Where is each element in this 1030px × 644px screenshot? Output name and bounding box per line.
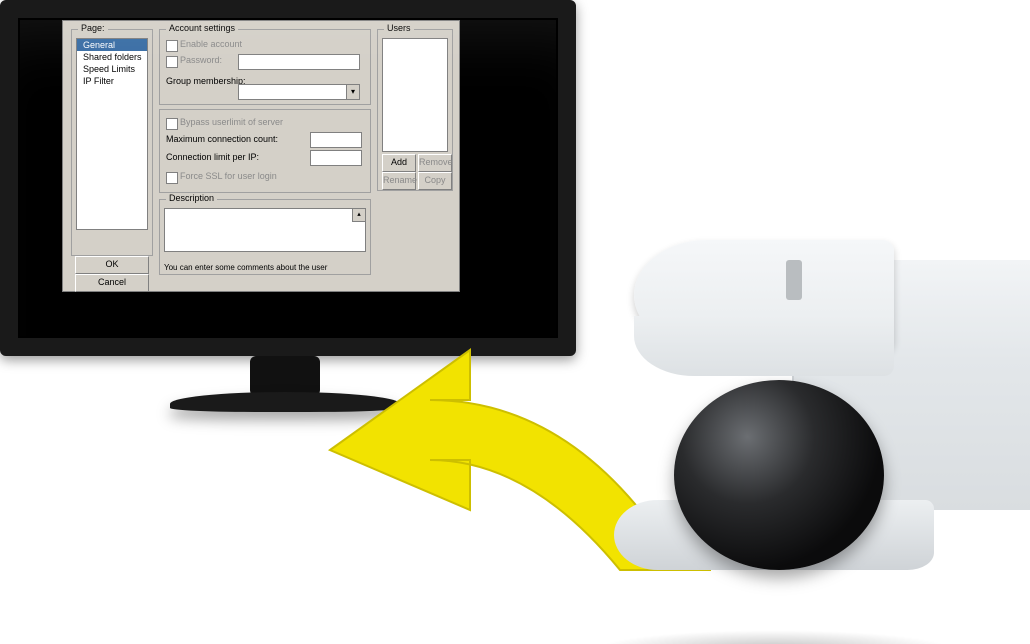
bypass-userlimit-checkbox[interactable]	[166, 118, 178, 130]
camera-joint	[786, 260, 802, 300]
camera-shadow	[594, 630, 954, 644]
ip-camera	[594, 200, 1030, 580]
description-hint: You can enter some comments about the us…	[164, 263, 327, 272]
page-list[interactable]: General Shared folders Speed Limits IP F…	[76, 38, 148, 230]
enable-account-checkbox[interactable]	[166, 40, 178, 52]
per-ip-label: Connection limit per IP:	[166, 152, 259, 162]
password-checkbox[interactable]	[166, 56, 178, 68]
force-ssl-checkbox[interactable]	[166, 172, 178, 184]
camera-hood	[634, 240, 894, 350]
users-legend: Users	[384, 23, 414, 33]
add-user-button[interactable]: Add	[382, 154, 416, 172]
users-panel: Users Add Remove Rename Copy	[377, 29, 453, 191]
users-settings-dialog: Page: General Shared folders Speed Limit…	[62, 20, 460, 292]
remove-user-button[interactable]: Remove	[418, 154, 452, 172]
password-input[interactable]	[238, 54, 360, 70]
page-panel-legend: Page:	[78, 23, 108, 33]
ok-button[interactable]: OK	[75, 256, 149, 274]
limits-panel: Bypass userlimit of server Maximum conne…	[159, 109, 371, 193]
enable-account-label: Enable account	[180, 39, 242, 49]
force-ssl-label: Force SSL for user login	[180, 171, 277, 181]
description-panel: Description You can enter some comments …	[159, 199, 371, 275]
page-item-speed-limits[interactable]: Speed Limits	[77, 63, 147, 75]
scene: Page: General Shared folders Speed Limit…	[0, 0, 1030, 644]
camera-dome	[674, 380, 884, 570]
max-conn-input[interactable]	[310, 132, 362, 148]
page-panel: Page: General Shared folders Speed Limit…	[71, 29, 153, 256]
account-settings-legend: Account settings	[166, 23, 238, 33]
max-conn-label: Maximum connection count:	[166, 134, 278, 144]
group-membership-select[interactable]	[238, 84, 360, 100]
rename-user-button[interactable]: Rename	[382, 172, 416, 190]
monitor-screen: Page: General Shared folders Speed Limit…	[18, 18, 558, 338]
group-membership-label: Group membership:	[166, 76, 246, 86]
cancel-button[interactable]: Cancel	[75, 274, 149, 292]
description-legend: Description	[166, 193, 217, 203]
description-textarea[interactable]	[164, 208, 366, 252]
per-ip-input[interactable]	[310, 150, 362, 166]
password-label: Password:	[180, 55, 222, 65]
page-item-ip-filter[interactable]: IP Filter	[77, 75, 147, 87]
page-item-general[interactable]: General	[77, 39, 147, 51]
account-settings-panel: Account settings Enable account Password…	[159, 29, 371, 105]
bypass-userlimit-label: Bypass userlimit of server	[180, 117, 283, 127]
monitor-bezel: Page: General Shared folders Speed Limit…	[0, 0, 576, 356]
users-list[interactable]	[382, 38, 448, 152]
page-item-shared-folders[interactable]: Shared folders	[77, 51, 147, 63]
copy-user-button[interactable]: Copy	[418, 172, 452, 190]
